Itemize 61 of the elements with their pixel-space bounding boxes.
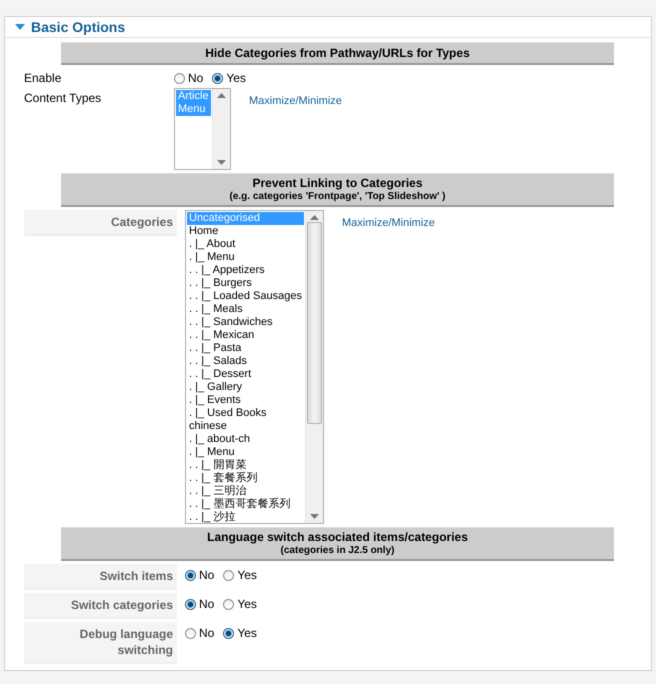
radio-button[interactable] bbox=[185, 598, 196, 610]
list-option[interactable]: . |_ Gallery bbox=[187, 381, 304, 394]
section-title: Prevent Linking to Categories bbox=[251, 175, 424, 191]
list-option[interactable]: . . |_ Appetizers bbox=[187, 264, 304, 277]
up-arrow-icon[interactable] bbox=[217, 93, 226, 98]
radio-label[interactable]: No bbox=[188, 71, 204, 85]
section-title: Language switch associated items/categories bbox=[206, 529, 469, 545]
field-label: Switch items bbox=[24, 564, 177, 590]
radio-button[interactable] bbox=[223, 570, 234, 580]
radio-label[interactable]: Yes bbox=[237, 597, 257, 611]
list-option[interactable]: . |_ Menu bbox=[187, 251, 304, 264]
field-label: Enable bbox=[24, 70, 62, 85]
radio-button[interactable] bbox=[212, 72, 224, 84]
list-option[interactable]: . . |_ 套餐系列 bbox=[187, 472, 304, 485]
radio-label[interactable]: Yes bbox=[237, 568, 257, 582]
panel-title[interactable]: Basic Options bbox=[31, 19, 126, 35]
list-option[interactable]: Home bbox=[187, 225, 304, 238]
up-arrow-icon[interactable] bbox=[310, 215, 319, 220]
list-option[interactable]: . . |_ Loaded Sausages bbox=[187, 290, 304, 303]
list-option[interactable]: . |_ about-ch bbox=[187, 433, 304, 446]
list-option[interactable]: . . |_ 沙拉 bbox=[187, 511, 304, 524]
list-option[interactable]: . |_ About bbox=[187, 238, 304, 251]
down-arrow-icon[interactable] bbox=[310, 514, 319, 519]
radio-button[interactable] bbox=[174, 72, 185, 84]
list-option[interactable]: . . |_ 墨西哥套餐系列 bbox=[187, 498, 304, 511]
list-option[interactable]: . . |_ 開胃菜 bbox=[187, 459, 304, 472]
radio-label[interactable]: No bbox=[199, 597, 214, 611]
radio-label[interactable]: Yes bbox=[226, 71, 246, 85]
list-option[interactable]: . . |_ Mexican bbox=[187, 329, 304, 342]
section-title: Hide Categories from Pathway/URLs for Types bbox=[204, 45, 471, 61]
listbox[interactable] bbox=[185, 210, 324, 524]
list-option[interactable]: . |_ Events bbox=[187, 394, 304, 407]
field-label: Switch categories bbox=[24, 593, 177, 619]
maximize-link[interactable]: Maximize/Minimize bbox=[342, 217, 435, 229]
list-option[interactable]: . . |_ Salads bbox=[187, 355, 304, 368]
down-arrow-icon[interactable] bbox=[217, 160, 226, 165]
radio-label[interactable]: Yes bbox=[237, 626, 257, 640]
radio-label[interactable]: No bbox=[199, 626, 214, 640]
radio-label[interactable]: No bbox=[199, 568, 214, 582]
collapse-triangle-icon[interactable] bbox=[15, 23, 25, 31]
field-label: Categories bbox=[24, 210, 177, 236]
maximize-link[interactable]: Maximize/Minimize bbox=[249, 95, 342, 107]
list-option[interactable]: . . |_ Dessert bbox=[187, 368, 304, 381]
section-note: (categories in J2.5 only) bbox=[280, 545, 396, 557]
radio-button[interactable] bbox=[223, 628, 234, 638]
list-option[interactable]: . . |_ Meals bbox=[187, 303, 304, 316]
field-label: Debug language switching bbox=[24, 622, 177, 664]
list-option[interactable]: . |_ Used Books bbox=[187, 407, 304, 420]
radio-button[interactable] bbox=[223, 598, 234, 610]
list-option[interactable]: . . |_ Sandwiches bbox=[187, 316, 304, 329]
list-option[interactable]: . . |_ Burgers bbox=[187, 277, 304, 290]
scrollbar[interactable] bbox=[305, 211, 323, 523]
list-option[interactable]: . . |_ 三明治 bbox=[187, 485, 304, 498]
radio-button[interactable] bbox=[185, 628, 196, 638]
list-option[interactable]: chinese bbox=[187, 420, 304, 433]
field-label: Content Types bbox=[24, 90, 102, 105]
radio-button[interactable] bbox=[185, 570, 196, 580]
section-note: (e.g. categories 'Frontpage', 'Top Slideshow' ) bbox=[228, 191, 446, 203]
list-option[interactable]: . . |_ Pasta bbox=[187, 342, 304, 355]
list-option[interactable]: . |_ Menu bbox=[187, 446, 304, 459]
scrollbar[interactable] bbox=[212, 89, 230, 169]
